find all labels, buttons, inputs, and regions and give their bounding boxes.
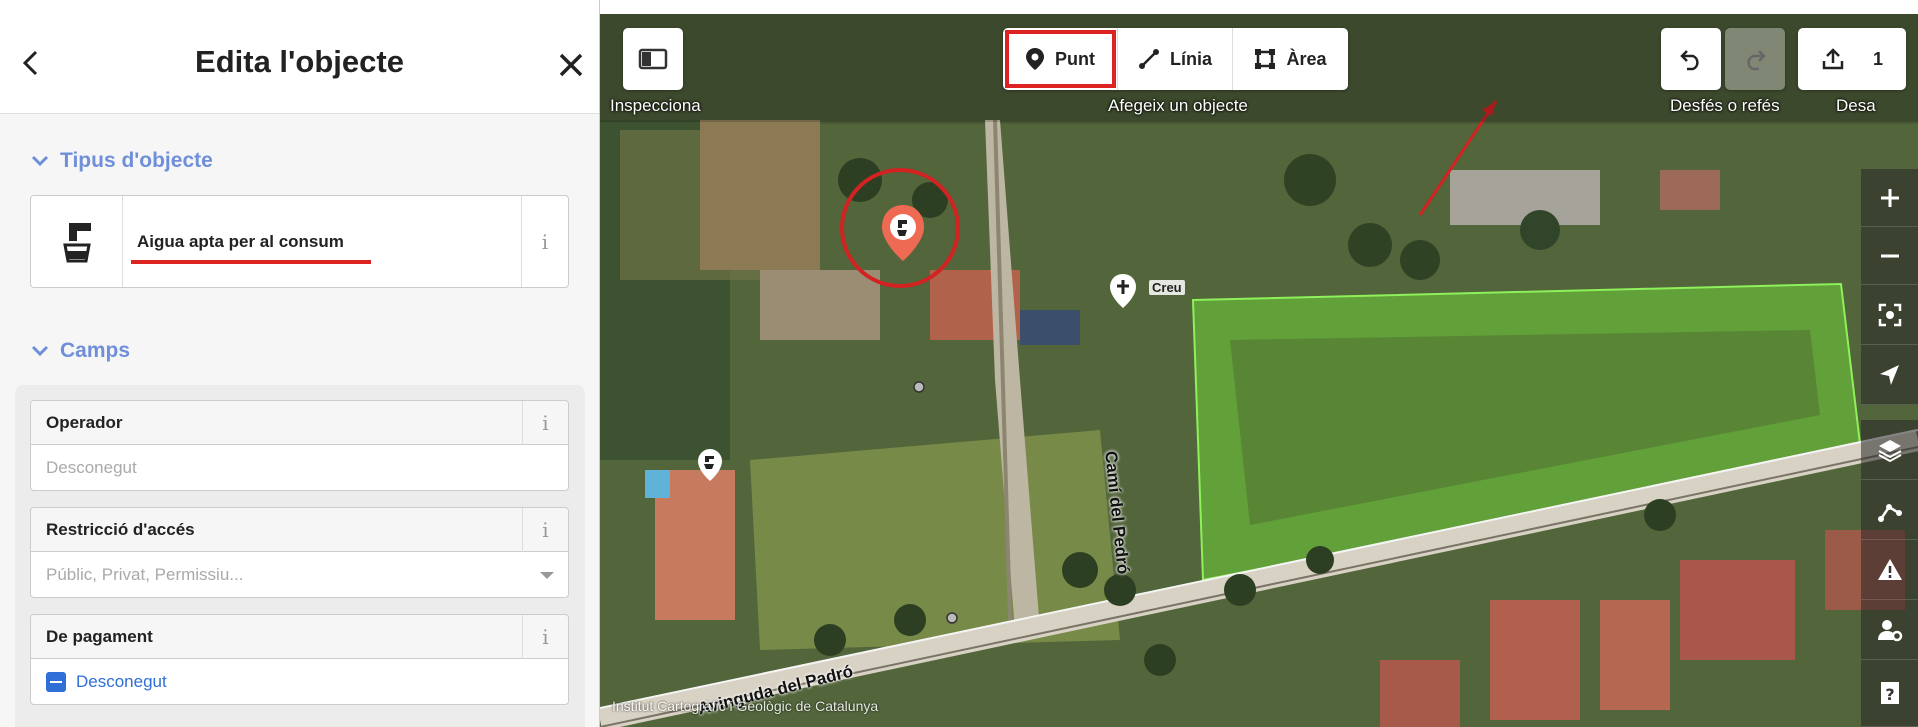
fee-field: De pagament i Desconegut	[30, 614, 569, 705]
undo-icon	[1680, 50, 1699, 71]
info-icon[interactable]: i	[522, 400, 568, 445]
map-data-icon	[1877, 503, 1902, 522]
redo-button[interactable]	[1725, 28, 1785, 90]
save-button[interactable]: 1	[1798, 28, 1906, 90]
marker-icon	[1026, 48, 1044, 70]
preset-item[interactable]: Aigua apta per al consum i	[30, 195, 569, 288]
field-label: Operador i	[31, 400, 568, 445]
panel-title: Edita l'objecte	[195, 44, 404, 79]
fee-value: Desconegut	[76, 671, 167, 691]
point-label: Punt	[1055, 48, 1095, 69]
help-button[interactable]: ?	[1861, 660, 1918, 727]
field-label: Restricció d'accés i	[31, 507, 568, 552]
preset-highlight-underline	[131, 260, 371, 264]
chevron-down-icon	[31, 345, 49, 357]
geolocate-icon	[1879, 364, 1899, 385]
drinking-water-icon	[31, 196, 123, 287]
zoom-in-icon	[1880, 188, 1899, 207]
layers-button[interactable]	[1861, 420, 1918, 480]
preferences-icon	[1877, 619, 1902, 641]
info-icon[interactable]: i	[522, 614, 568, 659]
close-icon[interactable]	[554, 48, 588, 82]
info-icon[interactable]: i	[522, 507, 568, 552]
water-marker-icon[interactable]	[696, 447, 724, 483]
sidebar: Edita l'objecte Tipus d'objecte Aigua ap…	[0, 0, 600, 727]
info-icon[interactable]: i	[521, 196, 568, 287]
access-label: Restricció d'accés	[46, 519, 195, 539]
save-count: 1	[1872, 48, 1883, 69]
map-data-button[interactable]	[1861, 480, 1918, 540]
operator-field: Operador i Desconegut	[30, 400, 569, 491]
help-icon: ?	[1880, 682, 1899, 704]
line-label: Línia	[1169, 48, 1212, 69]
svg-text:?: ?	[1885, 685, 1894, 704]
sidebar-toggle-icon	[638, 48, 668, 70]
save-label: Desa	[1836, 96, 1876, 115]
preset-section-title: Tipus d'objecte	[60, 149, 213, 172]
access-field: Restricció d'accés i Públic, Privat, Perm…	[30, 507, 569, 598]
issues-button[interactable]	[1861, 540, 1918, 600]
preset-name[interactable]: Aigua apta per al consum	[123, 196, 521, 287]
fields-section-title: Camps	[60, 339, 131, 362]
preferences-button[interactable]	[1861, 600, 1918, 660]
add-feature-group: Punt Línia Àrea	[1003, 28, 1348, 90]
layers-icon	[1878, 439, 1901, 462]
selected-marker-icon[interactable]	[880, 203, 926, 265]
line-icon	[1138, 49, 1159, 69]
area-icon	[1255, 49, 1276, 69]
fee-checkbox[interactable]: Desconegut	[31, 659, 568, 704]
geolocate-button[interactable]	[1861, 345, 1918, 405]
add-feature-label: Afegeix un objecte	[1108, 96, 1248, 115]
inspect-label: Inspecciona	[610, 96, 701, 115]
issues-icon	[1877, 558, 1902, 580]
app: Edita l'objecte Tipus d'objecte Aigua ap…	[0, 0, 1918, 727]
cross-marker-label: Creu	[1149, 280, 1185, 295]
fee-label: De pagament	[46, 626, 153, 646]
zoom-in-button[interactable]	[1861, 169, 1918, 227]
fields-section-toggle[interactable]: Camps	[30, 339, 130, 363]
imagery-attribution[interactable]: Institut Cartogràfic i Geològic de Catal…	[612, 698, 878, 714]
redo-icon	[1747, 50, 1766, 71]
undo-button[interactable]	[1661, 28, 1721, 90]
access-combo[interactable]: Públic, Privat, Permissiu...	[31, 552, 568, 597]
upload-icon	[1822, 48, 1844, 70]
zoom-out-button[interactable]	[1861, 227, 1918, 285]
map-view[interactable]: Creu Camí del Pedró Avinguda del Padró I…	[600, 0, 1918, 727]
dropdown-caret-icon[interactable]	[540, 572, 554, 579]
add-area-button[interactable]: Àrea	[1233, 28, 1348, 90]
cross-marker-icon[interactable]	[1108, 272, 1138, 310]
add-point-button[interactable]: Punt	[1003, 28, 1118, 90]
indeterminate-check-icon[interactable]	[46, 671, 66, 692]
chevron-down-icon	[31, 155, 49, 167]
area-label: Àrea	[1286, 48, 1327, 69]
field-label: De pagament i	[31, 614, 568, 659]
zoom-out-icon	[1880, 254, 1899, 257]
preset-name-label: Aigua apta per al consum	[137, 231, 344, 251]
zoom-to-selection-icon	[1878, 303, 1901, 326]
inspect-button[interactable]	[623, 28, 683, 90]
preset-section-toggle[interactable]: Tipus d'objecte	[30, 149, 213, 173]
undo-redo-label: Desfés o refés	[1670, 96, 1780, 115]
sidebar-header: Edita l'objecte	[0, 0, 599, 114]
operator-input[interactable]: Desconegut	[31, 445, 568, 490]
add-line-button[interactable]: Línia	[1118, 28, 1233, 90]
access-placeholder: Públic, Privat, Permissiu...	[46, 564, 244, 584]
operator-label: Operador	[46, 412, 123, 432]
zoom-to-selection-button[interactable]	[1861, 285, 1918, 345]
